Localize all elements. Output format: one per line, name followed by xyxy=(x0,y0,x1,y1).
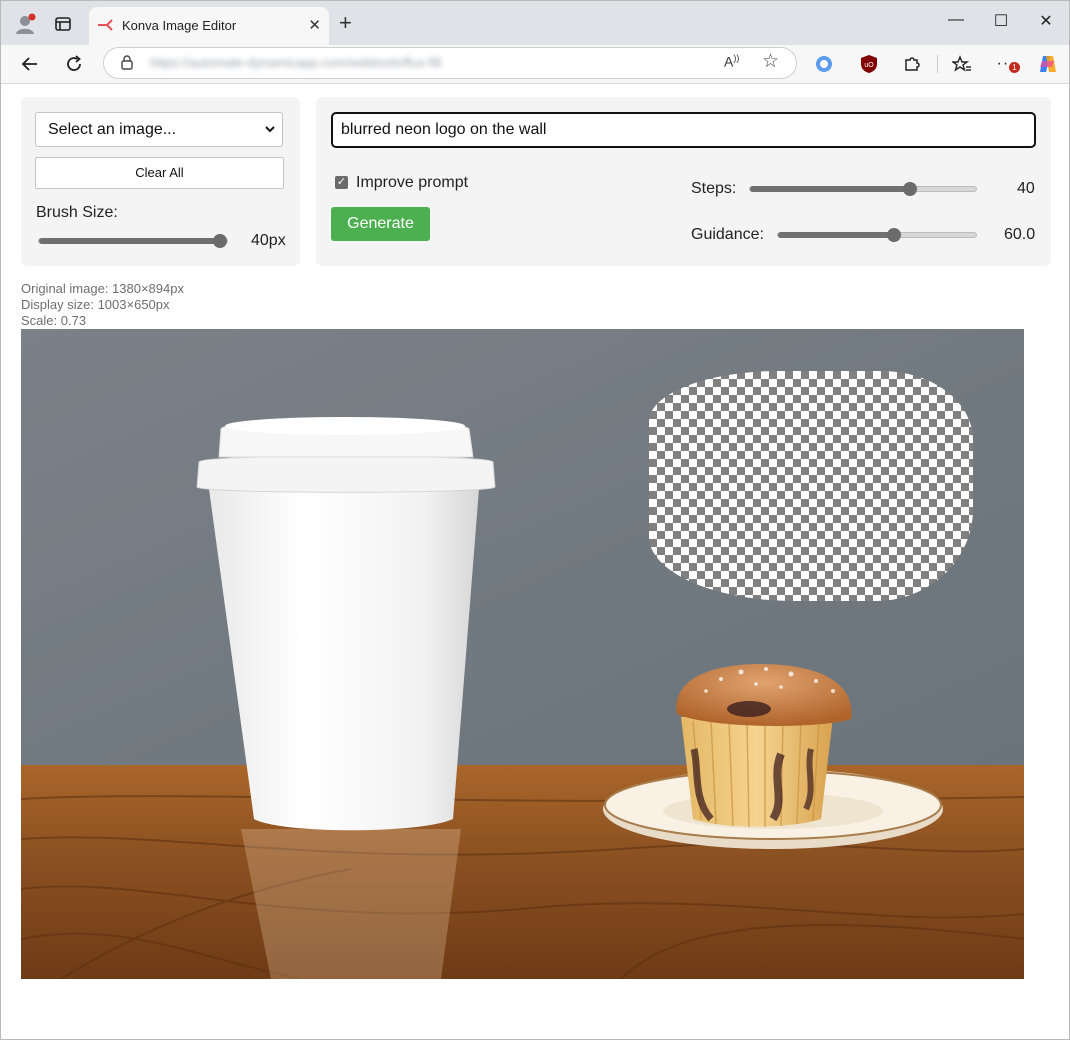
star-icon[interactable]: ☆ xyxy=(762,50,779,73)
guidance-slider-fill xyxy=(778,232,894,238)
minimize-icon[interactable]: — xyxy=(941,11,971,29)
image-select[interactable]: Select an image... xyxy=(35,112,283,147)
refresh-icon[interactable] xyxy=(61,51,87,77)
display-size-info: Display size: 1003×650px xyxy=(21,297,170,312)
brush-size-label: Brush Size: xyxy=(36,204,118,221)
scale-info: Scale: 0.73 xyxy=(21,313,87,328)
guidance-value: 60.0 xyxy=(1004,226,1036,243)
close-icon[interactable]: ✕ xyxy=(308,16,321,34)
workspaces-icon[interactable] xyxy=(51,12,75,36)
chevron-down-icon xyxy=(264,114,276,157)
lock-icon[interactable] xyxy=(120,54,134,75)
brush-slider-thumb[interactable] xyxy=(213,234,227,248)
profile-icon[interactable] xyxy=(13,12,37,36)
improve-prompt-label: Improve prompt xyxy=(356,174,469,191)
svg-text:uO: uO xyxy=(864,62,874,69)
improve-prompt-checkbox[interactable]: ✓ xyxy=(335,176,348,189)
favorites-icon[interactable] xyxy=(951,53,973,75)
address-bar[interactable]: https://automate-dynamicapp.com/webtools… xyxy=(103,47,797,79)
notification-badge: 1 xyxy=(1009,62,1020,73)
read-aloud-icon[interactable]: A)) xyxy=(724,53,739,70)
copilot-icon[interactable] xyxy=(1037,53,1059,75)
image-canvas[interactable] xyxy=(21,329,1024,979)
steps-label: Steps: xyxy=(691,180,737,197)
plus-icon[interactable]: + xyxy=(339,10,352,36)
clear-all-button[interactable]: Clear All xyxy=(35,157,284,189)
more-icon[interactable]: ··· 1 xyxy=(995,53,1020,75)
guidance-slider[interactable] xyxy=(777,228,977,242)
page-content: Select an image... Clear All Brush Size:… xyxy=(1,84,1069,1039)
browser-toolbar: https://automate-dynamicapp.com/webtools… xyxy=(1,45,1069,84)
brush-size-value: 40px xyxy=(251,232,286,249)
window-close-icon[interactable]: ✕ xyxy=(1031,11,1061,31)
tab-bar: Konva Image Editor ✕ + — ☐ ✕ xyxy=(1,1,1069,45)
generate-button[interactable]: Generate xyxy=(331,207,430,241)
search-extension-icon[interactable] xyxy=(813,53,835,75)
konva-favicon xyxy=(97,18,113,37)
cup-reflection xyxy=(241,829,461,979)
steps-value: 40 xyxy=(1017,180,1035,197)
brush-size-slider[interactable] xyxy=(38,234,228,248)
steps-slider-fill xyxy=(750,186,910,192)
image-select-value: Select an image... xyxy=(48,121,177,138)
browser-window: Konva Image Editor ✕ + — ☐ ✕ https://aut… xyxy=(0,0,1070,1040)
tab-title: Konva Image Editor xyxy=(122,18,237,33)
guidance-label: Guidance: xyxy=(691,226,764,243)
steps-slider[interactable] xyxy=(749,182,977,196)
ublock-icon[interactable]: uO xyxy=(858,53,880,75)
tab-konva-image-editor[interactable]: Konva Image Editor ✕ xyxy=(89,7,329,45)
address-url[interactable]: https://automate-dynamicapp.com/webtools… xyxy=(150,55,441,70)
steps-slider-thumb[interactable] xyxy=(903,182,917,196)
back-arrow-icon[interactable] xyxy=(17,51,43,77)
brush-slider-fill xyxy=(39,238,220,244)
prompt-input[interactable]: blurred neon logo on the wall xyxy=(331,112,1036,148)
toolbar-divider xyxy=(937,55,938,73)
guidance-slider-thumb[interactable] xyxy=(887,228,901,242)
erased-mask-region[interactable] xyxy=(649,371,973,601)
original-size-info: Original image: 1380×894px xyxy=(21,281,184,296)
maximize-icon[interactable]: ☐ xyxy=(986,11,1016,31)
extensions-puzzle-icon[interactable] xyxy=(901,53,923,75)
